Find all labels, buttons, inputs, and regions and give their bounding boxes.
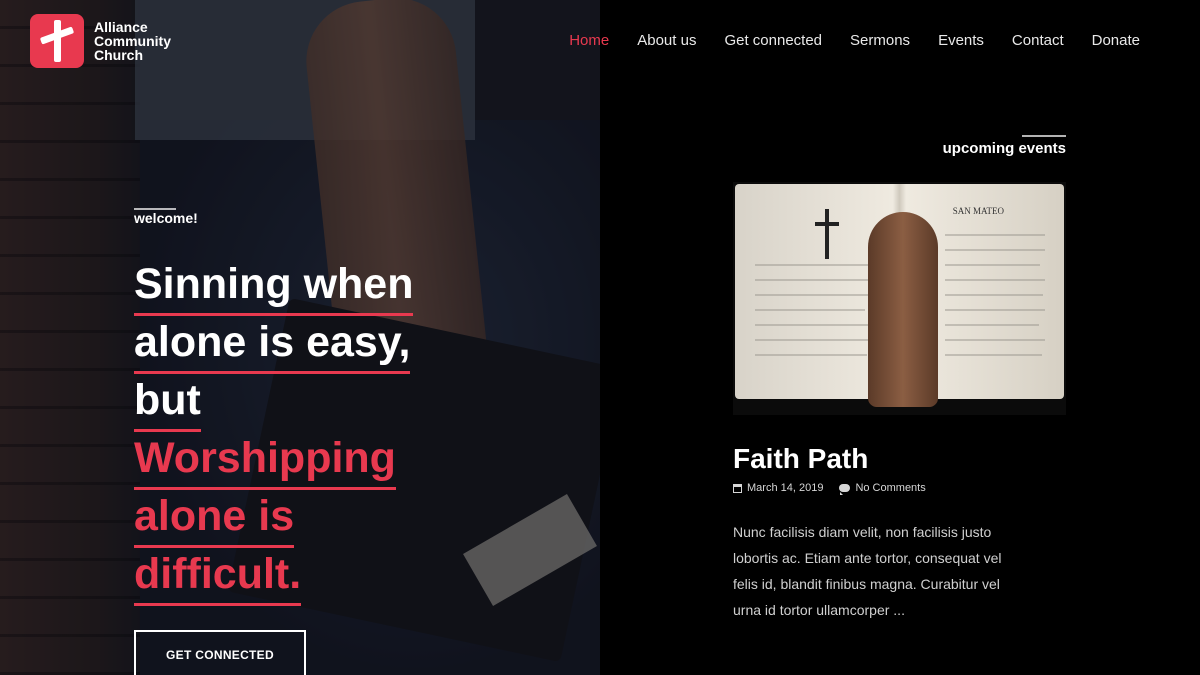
event-comments-link[interactable]: No Comments [839, 482, 926, 495]
welcome-kicker: welcome! [134, 210, 198, 226]
headline-line-6: difficult. [134, 548, 302, 606]
event-date: March 14, 2019 [733, 482, 823, 494]
nav-item-contact[interactable]: Contact [998, 32, 1078, 49]
bible-page-heading: SAN MATEO [952, 206, 1004, 216]
logo-line-3: Church [94, 47, 143, 63]
nav-item-get-connected[interactable]: Get connected [710, 32, 836, 49]
logo-line-2: Community [94, 33, 171, 49]
event-comments-text: No Comments [855, 482, 926, 494]
text-line [755, 264, 875, 266]
headline-line-5: alone is [134, 490, 295, 548]
text-line [945, 264, 1040, 266]
page: Alliance Community Church welcome! Sinni… [0, 0, 1200, 675]
text-line [945, 279, 1045, 281]
nav-item-about-us[interactable]: About us [623, 32, 710, 49]
main-nav: Home About us Get connected Sermons Even… [555, 32, 1154, 49]
event-image[interactable]: SAN MATEO [733, 182, 1066, 415]
hero-headline: Sinning when alone is easy, but Worshipp… [134, 258, 464, 606]
text-line [945, 339, 1045, 341]
text-line [755, 279, 870, 281]
event-title[interactable]: Faith Path [733, 443, 868, 475]
text-line [945, 309, 1045, 311]
events-heading: upcoming events [942, 140, 1066, 157]
text-line [945, 249, 1045, 251]
cross-illustration-bar [815, 222, 839, 226]
text-line [945, 294, 1043, 296]
calendar-icon [733, 483, 742, 493]
logo-cross-icon [30, 14, 84, 68]
event-date-text: March 14, 2019 [747, 482, 824, 494]
event-meta: March 14, 2019 No Comments [733, 482, 926, 495]
text-line [755, 354, 867, 356]
praying-hands [868, 212, 938, 407]
text-line [945, 324, 1039, 326]
text-line [945, 354, 1042, 356]
headline-line-1: Sinning when [134, 258, 414, 316]
event-excerpt: Nunc facilisis diam velit, non facilisis… [733, 524, 1002, 618]
nav-item-events[interactable]: Events [924, 32, 998, 49]
headline-line-3: but [134, 374, 201, 432]
text-line [755, 339, 873, 341]
logo-line-1: Alliance [94, 19, 148, 35]
get-connected-button[interactable]: GET CONNECTED [134, 630, 306, 675]
comments-icon [839, 484, 851, 495]
nav-item-donate[interactable]: Donate [1078, 32, 1154, 49]
site-logo[interactable]: Alliance Community Church [30, 14, 171, 68]
nav-item-home[interactable]: Home [555, 32, 623, 49]
headline-line-2: alone is easy, [134, 316, 411, 374]
text-line [755, 324, 875, 326]
cross-illustration [825, 209, 829, 259]
text-line [755, 309, 865, 311]
hero-section: Alliance Community Church welcome! Sinni… [0, 0, 600, 675]
events-divider [1022, 135, 1066, 137]
logo-text: Alliance Community Church [94, 20, 171, 62]
text-line [945, 234, 1045, 236]
text-line [755, 294, 875, 296]
nav-item-sermons[interactable]: Sermons [836, 32, 924, 49]
headline-line-4: Worshipping [134, 432, 396, 490]
